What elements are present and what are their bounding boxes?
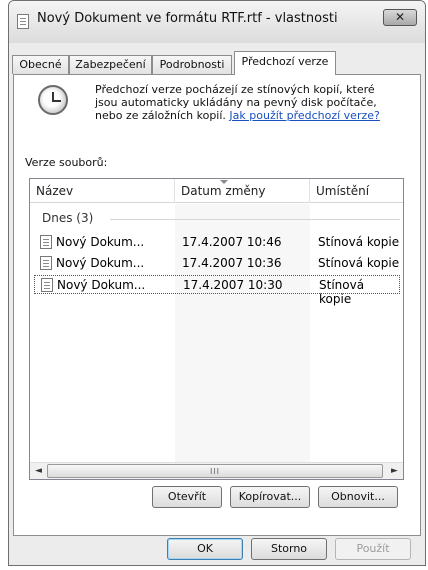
tab-strip: Obecné Zabezpečení Podrobnosti Předchozí… (9, 33, 425, 75)
file-date: 17.4.2007 10:30 (183, 278, 283, 292)
tab-security[interactable]: Zabezpečení (69, 55, 152, 74)
versions-label: Verze souborů: (25, 156, 108, 169)
file-date: 17.4.2007 10:36 (182, 256, 282, 270)
clock-icon (38, 85, 68, 115)
document-icon (40, 256, 52, 270)
group-header-today[interactable]: Dnes (3) (42, 211, 93, 225)
copy-button[interactable]: Kopírovat... (230, 486, 310, 508)
info-line-2: jsou automaticky ukládány na pevný disk … (95, 96, 377, 109)
help-link[interactable]: Jak použít předchozí verze? (229, 109, 379, 122)
scroll-left-button[interactable]: ◄ (30, 463, 47, 479)
info-line-3-prefix: nebo ze záložních kopií. (95, 109, 226, 122)
file-location: Stínová kopie (318, 235, 400, 249)
tab-general[interactable]: Obecné (12, 55, 69, 74)
restore-button[interactable]: Obnovit... (318, 486, 398, 508)
properties-window: Nový Dokument ve formátu RTF.rtf - vlast… (8, 0, 426, 566)
tab-details[interactable]: Podrobnosti (152, 55, 232, 74)
document-icon (41, 278, 53, 292)
close-button[interactable]: ✕ (383, 9, 417, 26)
list-item-selected[interactable]: Nový Dokum... 17.4.2007 10:30 Stínová ko… (34, 275, 400, 306)
list-item[interactable]: Nový Dokum... 17.4.2007 10:46 Stínová ko… (34, 233, 400, 252)
document-icon (17, 14, 29, 29)
open-button[interactable]: Otevřít (152, 486, 222, 508)
column-header-name[interactable]: Název (30, 179, 175, 203)
list-item[interactable]: Nový Dokum... 17.4.2007 10:36 Stínová ko… (34, 254, 400, 273)
file-name: Nový Dokum... (56, 256, 145, 270)
column-header-location[interactable]: Umístění (310, 179, 403, 203)
info-text: Předchozí verze pocházejí ze stínových k… (95, 83, 415, 122)
file-location: Stínová kopie (318, 256, 400, 270)
group-divider (110, 219, 400, 220)
scroll-grip-icon: III (209, 467, 221, 476)
document-icon (40, 235, 52, 249)
ok-button[interactable]: OK (167, 538, 243, 560)
list-header: Název Datum změny Umístění (30, 179, 403, 203)
info-line-1: Předchozí verze pocházejí ze stínových k… (95, 83, 375, 96)
apply-button[interactable]: Použít (335, 538, 411, 560)
tab-previous-versions[interactable]: Předchozí verze (234, 51, 336, 75)
column-header-date[interactable]: Datum změny (175, 179, 310, 203)
file-date: 17.4.2007 10:46 (182, 235, 282, 249)
cancel-button[interactable]: Storno (251, 538, 327, 560)
sort-arrow-icon (220, 180, 228, 184)
file-name: Nový Dokum... (56, 235, 145, 249)
file-name: Nový Dokum... (57, 278, 146, 292)
scroll-right-button[interactable]: ► (386, 463, 403, 479)
horizontal-scrollbar[interactable]: ◄ III ► (30, 462, 403, 479)
info-line-3: nebo ze záložních kopií. Jak použít před… (95, 109, 415, 122)
versions-list[interactable]: Název Datum změny Umístění Dnes (3) Nový… (29, 178, 404, 480)
scroll-thumb[interactable]: III (47, 464, 383, 478)
file-location: Stínová kopie (319, 278, 365, 306)
window-title: Nový Dokument ve formátu RTF.rtf - vlast… (37, 11, 338, 26)
